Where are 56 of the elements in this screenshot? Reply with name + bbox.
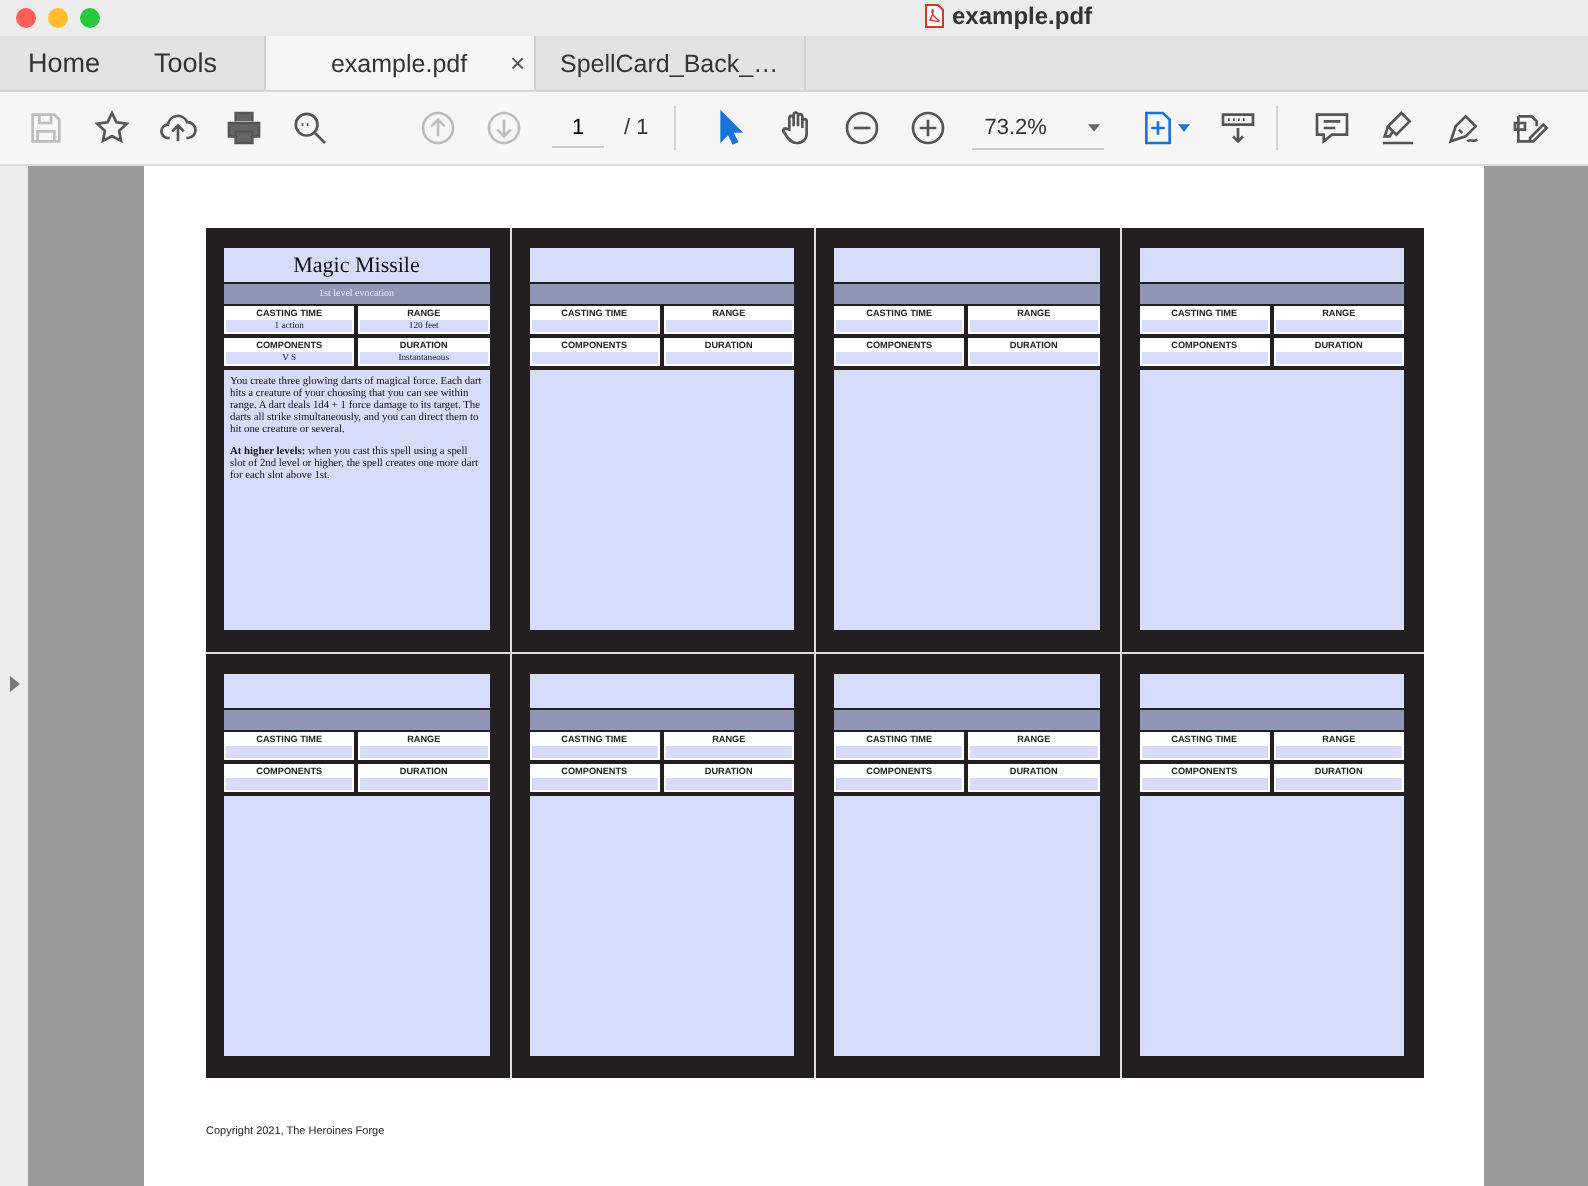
star-icon <box>91 108 131 148</box>
arrow-down-icon <box>483 108 523 148</box>
stat-value-strip <box>836 778 963 790</box>
stat-value-strip <box>970 352 1097 364</box>
stat-value-strip <box>836 320 963 332</box>
stat-value-strip <box>531 746 658 758</box>
stat-value-strip <box>1141 352 1268 364</box>
document-tab[interactable]: example.pdf × <box>263 36 534 90</box>
stat-value-strip <box>665 320 792 332</box>
stat-value-strip <box>970 746 1097 758</box>
page-total: / 1 <box>624 116 649 140</box>
stat-value-strip <box>360 746 487 758</box>
pdf-file-icon <box>924 4 944 28</box>
arrow-up-icon <box>417 108 457 148</box>
zoom-dropdown[interactable]: 73.2% <box>972 107 1105 149</box>
scroll-mode-icon <box>1217 108 1258 148</box>
zoom-out-icon <box>841 108 882 148</box>
stat-value-strip <box>1275 320 1402 332</box>
stat-value-strip <box>1141 778 1268 790</box>
comment-icon <box>1311 108 1352 148</box>
zoom-in-icon <box>907 108 948 148</box>
stat-value-strip <box>1275 746 1402 758</box>
page-number-field[interactable]: 1 <box>552 109 604 147</box>
stat-value-strip <box>531 320 658 332</box>
caret-icon <box>1088 123 1101 131</box>
stat-value-strip <box>226 746 353 758</box>
save-icon <box>25 108 65 148</box>
stat-value-strip <box>531 352 658 364</box>
expand-panel-icon[interactable] <box>10 676 20 692</box>
stat-value-strip <box>1275 778 1402 790</box>
stat-value-strip <box>970 778 1097 790</box>
nav-tab[interactable]: Tools <box>126 36 218 90</box>
stat-value-strip <box>836 352 963 364</box>
stat-value-strip <box>226 778 353 790</box>
caret-icon <box>1178 124 1191 132</box>
stat-value-strip <box>531 778 658 790</box>
stat-value-strip <box>970 320 1097 332</box>
close-tab-button[interactable]: × <box>509 48 526 78</box>
stat-value-strip <box>665 746 792 758</box>
stat-value-strip <box>1275 352 1402 364</box>
stat-value-strip <box>665 352 792 364</box>
printer-icon <box>223 108 263 148</box>
document-tab[interactable]: SpellCard_Back_… <box>533 36 806 90</box>
spell-name: Magic Missile <box>293 253 420 277</box>
tab-label: example.pdf <box>330 49 468 77</box>
stat-value-strip <box>665 778 792 790</box>
close-window-button[interactable] <box>16 8 36 28</box>
nav-tab[interactable]: Home <box>0 36 101 90</box>
stat-value-strip <box>1141 746 1268 758</box>
stat-value-strip <box>360 778 487 790</box>
highlighter-icon <box>1377 108 1418 148</box>
search-icon <box>289 108 329 148</box>
tab-label: SpellCard_Back_… <box>559 49 779 77</box>
window-title: example.pdf <box>952 2 1093 30</box>
stat-value-strip <box>1141 320 1268 332</box>
stat-value-strip <box>836 746 963 758</box>
